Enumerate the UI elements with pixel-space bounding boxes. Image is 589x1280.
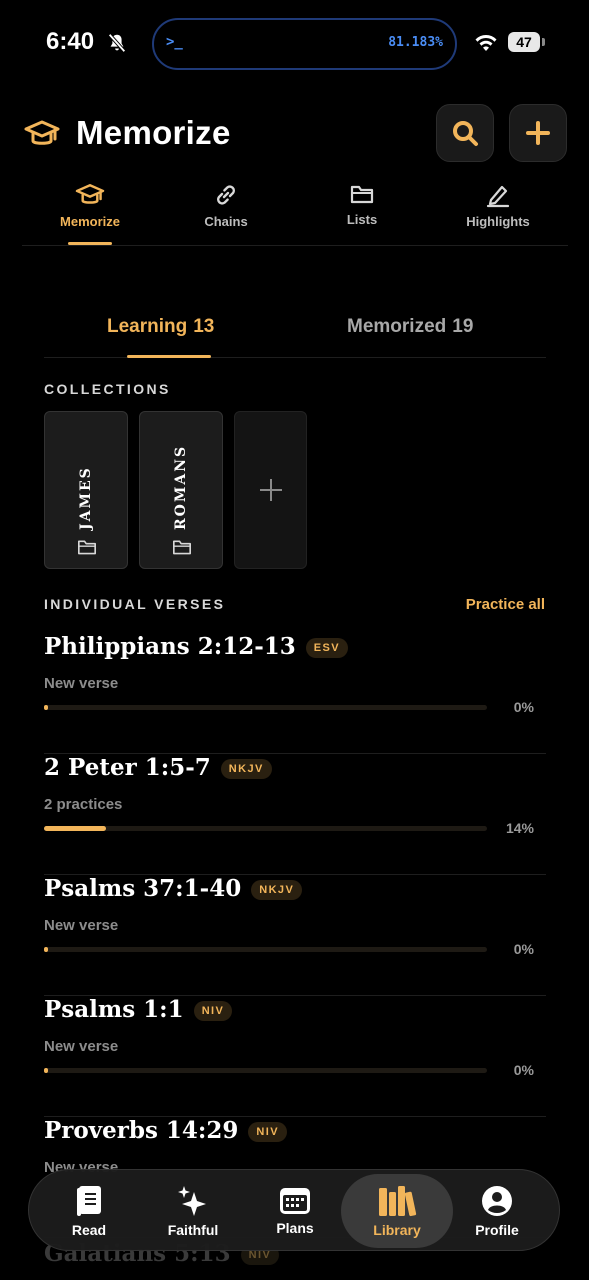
verse-row[interactable]: Psalms 37:1-40 NKJV New verse 0% xyxy=(44,875,546,996)
terminal-prompt: >_ xyxy=(166,34,183,50)
translation-badge: NIV xyxy=(193,1001,233,1021)
book-icon xyxy=(77,1186,101,1216)
verse-reference: Psalms 1:1 xyxy=(44,996,184,1023)
top-tabs: Memorize Chains Lists Highlights xyxy=(22,182,568,246)
folder-icon xyxy=(173,540,191,555)
individual-verses-heading: INDIVIDUAL VERSES xyxy=(44,596,226,612)
nav-profile[interactable]: Profile xyxy=(447,1170,547,1252)
tab-label: Memorize xyxy=(60,214,120,229)
add-button[interactable] xyxy=(509,104,567,162)
verse-status: New verse xyxy=(44,1038,119,1055)
translation-badge: ESV xyxy=(305,638,348,658)
collection-card-james[interactable]: JAMES xyxy=(44,411,128,569)
bottom-nav: Read Faithful Plans Library Profile xyxy=(28,1169,560,1251)
dynamic-island[interactable]: >_ 81.183% xyxy=(152,18,457,70)
tab-memorize[interactable]: Memorize xyxy=(35,182,145,245)
user-icon xyxy=(482,1186,512,1216)
pen-icon xyxy=(486,185,510,208)
collections-heading: COLLECTIONS xyxy=(44,381,171,397)
verse-row[interactable]: Psalms 1:1 NIV New verse 0% xyxy=(44,996,546,1117)
folder-icon xyxy=(350,185,374,204)
status-bar: 6:40 >_ 81.183% 47 xyxy=(0,0,589,88)
nav-label: Read xyxy=(71,1222,107,1238)
tab-chains[interactable]: Chains xyxy=(171,182,281,229)
add-collection-button[interactable] xyxy=(234,411,307,569)
tab-highlights[interactable]: Highlights xyxy=(443,182,553,229)
island-percentage: 81.183% xyxy=(388,35,443,50)
tab-lists[interactable]: Lists xyxy=(307,182,417,227)
search-icon xyxy=(453,121,478,146)
segment-count: 13 xyxy=(193,316,215,337)
nav-library[interactable]: Library xyxy=(341,1174,453,1248)
nav-label: Faithful xyxy=(167,1222,219,1238)
search-button[interactable] xyxy=(436,104,494,162)
segment-label: Memorized xyxy=(347,316,447,337)
practice-all-button[interactable]: Practice all xyxy=(466,596,545,613)
plus-icon xyxy=(259,479,282,501)
plus-icon xyxy=(526,121,550,145)
progress-fill xyxy=(44,705,48,710)
nav-label: Plans xyxy=(276,1220,314,1236)
progress-fill xyxy=(44,947,48,952)
progress-fill xyxy=(44,826,107,831)
verse-row[interactable]: Philippians 2:12-13 ESV New verse 0% xyxy=(44,633,546,754)
progress-track xyxy=(44,705,487,710)
verse-reference: Philippians 2:12-13 xyxy=(44,633,296,660)
progress-percent: 14% xyxy=(505,820,534,836)
segment-learning[interactable]: Learning 13 xyxy=(107,316,214,338)
collection-card-romans[interactable]: ROMANS xyxy=(139,411,223,569)
verse-status: New verse xyxy=(44,917,119,934)
tab-active-underline xyxy=(68,242,112,245)
folder-icon xyxy=(78,540,96,555)
learning-memorized-switch: Learning 13 Memorized 19 xyxy=(44,300,546,358)
progress-track xyxy=(44,947,487,952)
nav-label: Library xyxy=(373,1222,421,1238)
progress-percent: 0% xyxy=(513,941,534,957)
progress-track xyxy=(44,826,487,831)
collection-name: ROMANS xyxy=(173,444,189,530)
link-icon xyxy=(217,185,235,205)
verse-row[interactable]: 2 Peter 1:5-7 NKJV 2 practices 14% xyxy=(44,754,546,875)
nav-read[interactable]: Read xyxy=(39,1170,139,1252)
page-title: Memorize xyxy=(76,114,231,151)
nav-plans[interactable]: Plans xyxy=(245,1170,345,1252)
translation-badge: NKJV xyxy=(251,880,303,900)
verse-reference: Psalms 37:1-40 xyxy=(44,875,242,902)
collection-name: JAMES xyxy=(78,466,94,530)
bell-off-icon xyxy=(108,33,126,53)
graduation-cap-icon xyxy=(24,120,60,145)
progress-fill xyxy=(44,1068,48,1073)
verse-reference: Proverbs 14:29 xyxy=(44,1117,239,1144)
translation-badge: NKJV xyxy=(220,759,272,779)
status-time: 6:40 xyxy=(46,28,95,55)
wifi-icon xyxy=(475,35,497,51)
sparkles-icon xyxy=(178,1186,206,1216)
verse-reference: 2 Peter 1:5-7 xyxy=(44,754,211,781)
nav-faithful[interactable]: Faithful xyxy=(143,1170,243,1252)
battery-nub xyxy=(542,38,545,46)
progress-track xyxy=(44,1068,487,1073)
tab-label: Highlights xyxy=(466,214,530,229)
nav-label: Profile xyxy=(475,1222,519,1238)
segment-active-underline xyxy=(127,355,211,358)
tab-label: Chains xyxy=(204,214,248,229)
tab-label: Lists xyxy=(346,212,378,227)
verse-status: New verse xyxy=(44,675,119,692)
verse-status: 2 practices xyxy=(44,796,123,813)
page-header: Memorize xyxy=(0,104,589,166)
translation-badge: NIV xyxy=(248,1122,287,1142)
calendar-icon xyxy=(280,1188,310,1214)
books-icon xyxy=(379,1186,417,1217)
battery-indicator: 47 xyxy=(508,32,540,52)
segment-memorized[interactable]: Memorized 19 xyxy=(347,316,473,338)
graduation-cap-icon xyxy=(75,184,105,204)
progress-percent: 0% xyxy=(513,699,534,715)
segment-count: 19 xyxy=(452,316,474,337)
progress-percent: 0% xyxy=(513,1062,534,1078)
segment-label: Learning xyxy=(107,316,188,337)
